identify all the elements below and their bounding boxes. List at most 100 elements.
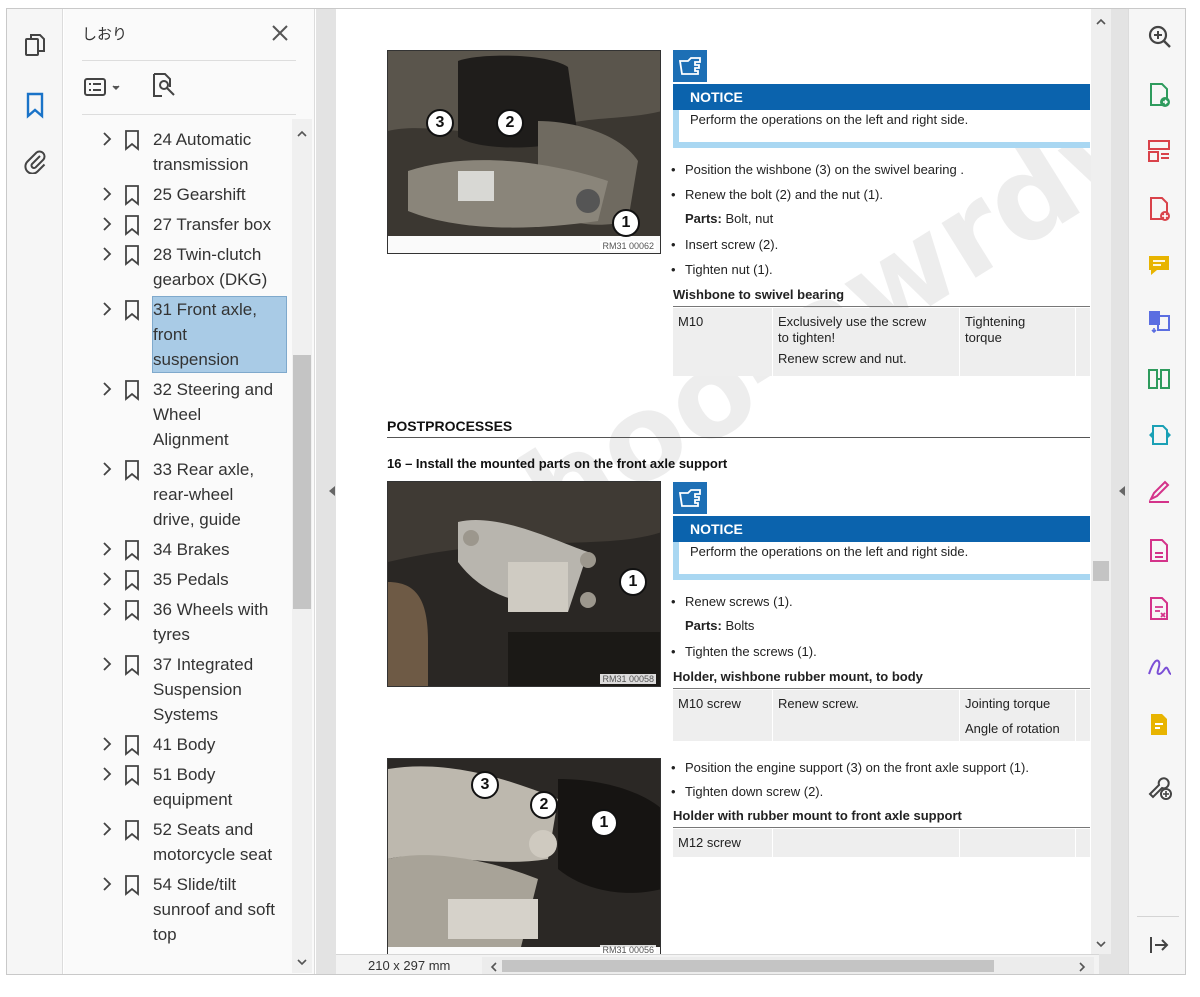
document-horizontal-scrollbar[interactable] <box>482 957 1094 974</box>
fill-sign-icon[interactable] <box>1145 477 1173 505</box>
scroll-down-arrow[interactable] <box>296 955 308 967</box>
find-bookmark-icon[interactable] <box>148 71 178 101</box>
bookmark-item[interactable]: 33 Rear axle, rear-wheel drive, guide <box>64 457 292 532</box>
callout-3: 3 <box>426 109 454 137</box>
page-thumbnails-icon[interactable] <box>21 31 49 59</box>
chevron-right-icon[interactable] <box>100 540 114 558</box>
bookmark-label-line: 28 Twin-clutch <box>153 245 262 264</box>
bookmark-item[interactable]: 24 Automatic transmission <box>64 127 292 177</box>
scrollbar-thumb[interactable] <box>1093 561 1109 581</box>
scroll-down-arrow[interactable] <box>1095 937 1107 949</box>
table-cell: Angle of rotation <box>965 721 1060 736</box>
combine-files-icon[interactable] <box>1145 307 1173 335</box>
table-cell: M10 <box>678 314 704 329</box>
bookmark-item[interactable]: 54 Slide/tilt sunroof and soft top <box>64 872 292 947</box>
torque-table-title: Wishbone to swivel bearing <box>673 287 845 302</box>
bookmark-item[interactable]: 52 Seats and motorcycle seat <box>64 817 292 867</box>
bookmark-item[interactable]: 37 Integrated Suspension Systems <box>64 652 292 727</box>
chevron-right-icon[interactable] <box>100 875 114 893</box>
scroll-right-arrow[interactable] <box>1076 960 1088 972</box>
instruction-item: Tighten nut (1). <box>671 262 773 277</box>
more-tools-icon[interactable] <box>1145 773 1173 801</box>
bookmark-label-line: 36 Wheels with <box>153 600 269 619</box>
bookmarks-icon[interactable] <box>21 91 49 119</box>
chevron-right-icon[interactable] <box>100 130 114 148</box>
bookmark-label: 25 Gearshift <box>153 182 289 207</box>
notice-hand-icon <box>673 50 707 82</box>
notice-title: NOTICE <box>673 516 1090 542</box>
create-pdf-icon[interactable] <box>1145 195 1173 223</box>
chevron-right-icon[interactable] <box>100 460 114 478</box>
chevron-right-icon[interactable] <box>100 300 114 318</box>
chevron-right-icon[interactable] <box>100 735 114 753</box>
app-window: しおり 24 Automatic transmission 25 Gearshift… <box>6 8 1186 975</box>
chevron-right-icon[interactable] <box>100 245 114 263</box>
bookmark-label-line: 24 Automatic <box>153 130 252 149</box>
chevron-right-icon[interactable] <box>100 655 114 673</box>
organize-pages-icon[interactable] <box>1145 137 1173 165</box>
bookmark-label-line: drive, guide <box>153 510 241 529</box>
bookmark-label-line: gearbox (DKG) <box>153 270 268 289</box>
export-pdf-icon[interactable] <box>1145 81 1173 109</box>
bookmark-item[interactable]: 35 Pedals <box>64 567 292 592</box>
zoom-icon[interactable] <box>1145 23 1173 51</box>
attachments-icon[interactable] <box>21 147 49 175</box>
scroll-up-arrow[interactable] <box>296 127 308 139</box>
chevron-right-icon[interactable] <box>100 185 114 203</box>
bookmark-tree: 24 Automatic transmission 25 Gearshift 27 T… <box>64 119 292 973</box>
callout-3: 3 <box>471 771 499 799</box>
compress-pdf-icon[interactable] <box>1145 365 1173 393</box>
bookmark-label-line: 34 Brakes <box>153 540 230 559</box>
bookmark-item[interactable]: 25 Gearshift <box>64 182 292 207</box>
bookmark-label-line: 35 Pedals <box>153 570 229 589</box>
scrollbar-thumb[interactable] <box>502 960 994 972</box>
bookmark-item[interactable]: 36 Wheels with tyres <box>64 597 292 647</box>
scroll-left-arrow[interactable] <box>488 960 500 972</box>
convert-pdf-icon[interactable] <box>1145 421 1173 449</box>
table-cell: M10 screw <box>678 696 741 711</box>
list-options-icon[interactable] <box>82 73 126 103</box>
bookmark-item[interactable]: 41 Body <box>64 732 292 757</box>
table-rule <box>673 688 1090 689</box>
chevron-right-icon[interactable] <box>100 570 114 588</box>
callout-2: 2 <box>496 109 524 137</box>
bookmark-label-line: equipment <box>153 790 233 809</box>
comment-icon[interactable] <box>1145 251 1173 279</box>
bookmark-icon <box>124 599 140 621</box>
torque-table: M10 Exclusively use the screw to tighten… <box>673 308 1090 376</box>
bookmark-label-line: Wheel <box>153 405 202 424</box>
scrollbar-thumb[interactable] <box>293 355 311 609</box>
bookmark-label-line: 54 Slide/tilt <box>153 875 237 894</box>
chevron-right-icon[interactable] <box>100 820 114 838</box>
edit-pdf-icon[interactable] <box>1145 537 1173 565</box>
redact-icon[interactable] <box>1145 595 1173 623</box>
bookmark-scrollbar[interactable] <box>292 119 312 973</box>
tools-rail <box>1128 9 1185 974</box>
bookmark-icon <box>124 874 140 896</box>
instruction-item: Renew screws (1). <box>671 594 793 609</box>
chevron-right-icon[interactable] <box>100 380 114 398</box>
torque-table: M10 screw Renew screw. Jointing torque A… <box>673 690 1090 741</box>
table-rule <box>673 306 1090 307</box>
collapse-right-panel-icon[interactable] <box>1116 483 1128 499</box>
photo-engine-support: 3 2 1 RM31 00056 <box>387 758 661 954</box>
bookmark-label-line: 31 Front axle, <box>153 300 257 319</box>
bookmark-item[interactable]: 31 Front axle, front suspension <box>64 296 292 373</box>
bookmark-item[interactable]: 28 Twin-clutch gearbox (DKG) <box>64 242 292 292</box>
bookmark-item[interactable]: 34 Brakes <box>64 537 292 562</box>
expand-panel-icon[interactable] <box>1145 931 1173 959</box>
signature-icon[interactable] <box>1145 653 1173 681</box>
chevron-right-icon[interactable] <box>100 765 114 783</box>
chevron-right-icon[interactable] <box>100 600 114 618</box>
request-signature-icon[interactable] <box>1145 711 1173 739</box>
bookmark-item[interactable]: 32 Steering and Wheel Alignment <box>64 377 292 452</box>
close-icon[interactable] <box>268 21 292 45</box>
scroll-up-arrow[interactable] <box>1095 15 1107 27</box>
chevron-right-icon[interactable] <box>100 215 114 233</box>
divider <box>82 114 296 115</box>
document-vertical-scrollbar[interactable] <box>1091 9 1111 954</box>
bookmark-label-line: top <box>153 925 177 944</box>
bookmark-item[interactable]: 27 Transfer box <box>64 212 292 237</box>
bookmark-icon <box>124 129 140 151</box>
bookmark-item[interactable]: 51 Body equipment <box>64 762 292 812</box>
